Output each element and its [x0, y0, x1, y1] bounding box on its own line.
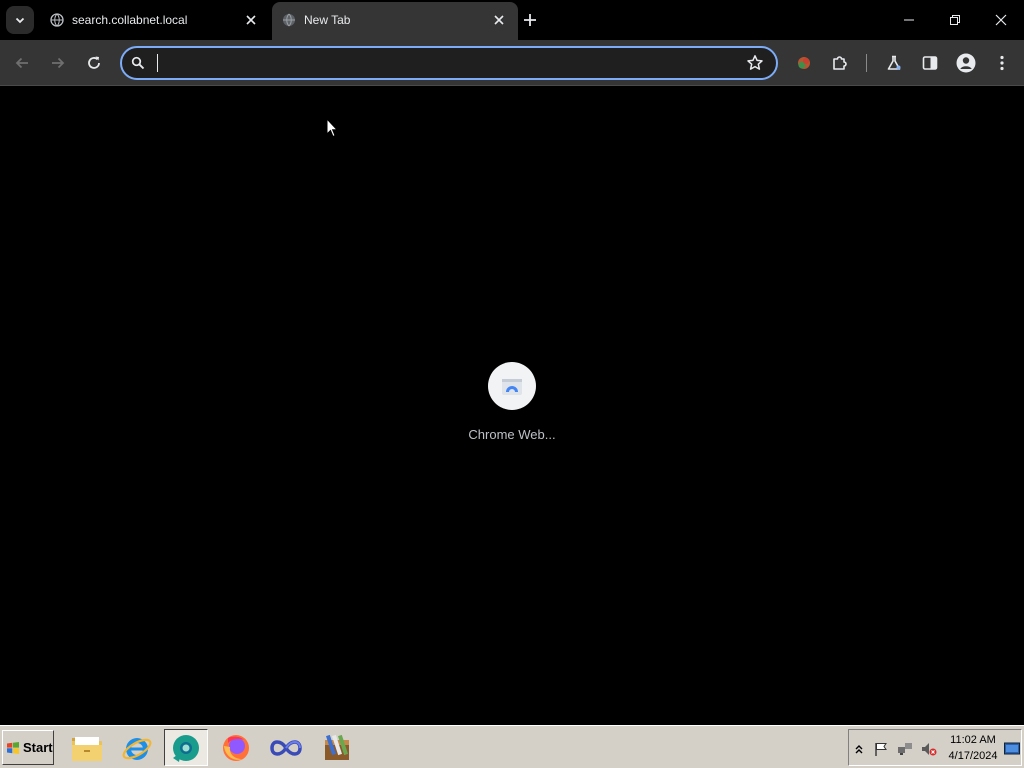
address-input[interactable]: [158, 52, 718, 74]
menu-icon: [1000, 55, 1004, 71]
shortcut-icon-container: [488, 362, 536, 410]
show-hidden-icon: [855, 745, 863, 754]
taskbar-archive-app[interactable]: [315, 729, 359, 766]
chrome-web-store-icon: [502, 379, 522, 395]
minimize-icon: [904, 19, 914, 21]
globe-icon: [50, 13, 64, 27]
volume-button[interactable]: [921, 741, 937, 757]
volume-muted-icon: [922, 743, 937, 756]
shortcut-chrome-web-store[interactable]: Chrome Web...: [460, 362, 564, 452]
tab-search-collabnet[interactable]: search.collabnet.local: [40, 2, 270, 40]
toolbar-divider: [866, 54, 867, 72]
browser-toolbar: [0, 40, 1024, 86]
tab-title: search.collabnet.local: [72, 13, 188, 27]
new-tab-page: Chrome Web...: [0, 87, 1024, 725]
tab-strip: search.collabnet.local New Tab: [0, 0, 1024, 40]
puzzle-icon: [833, 56, 847, 70]
action-center-button[interactable]: [873, 741, 889, 757]
search-icon: [131, 56, 145, 70]
file-explorer-icon: [72, 736, 102, 761]
reload-icon: [88, 56, 100, 69]
tab-search-button[interactable]: [6, 6, 34, 34]
firefox-icon: [223, 734, 249, 761]
globe-icon: [282, 13, 296, 27]
close-icon: [995, 14, 1007, 26]
extension-button[interactable]: [790, 49, 818, 77]
shortcut-label: Chrome Web...: [468, 427, 556, 442]
show-desktop-icon: [1004, 742, 1020, 755]
chrome-menu-button[interactable]: [988, 49, 1016, 77]
taskbar-file-explorer[interactable]: [65, 729, 109, 766]
tab-new-tab[interactable]: New Tab: [272, 2, 518, 40]
chevron-down-icon: [15, 17, 25, 24]
star-icon[interactable]: [746, 54, 764, 72]
back-icon: [15, 57, 28, 69]
taskbar-firefox[interactable]: [214, 729, 258, 766]
taskbar-infinity-app[interactable]: [264, 729, 308, 766]
reload-button[interactable]: [80, 49, 108, 77]
archive-app-icon: [325, 734, 349, 760]
clock-date[interactable]: 4/17/2024: [945, 750, 1001, 762]
mouse-cursor-icon: [326, 118, 338, 138]
forward-button[interactable]: [44, 49, 72, 77]
extensions-menu-button[interactable]: [826, 49, 854, 77]
action-center-flag-icon: [875, 743, 887, 756]
side-panel-icon: [922, 56, 938, 70]
flask-icon: [887, 55, 901, 70]
forward-icon: [52, 57, 65, 69]
side-panel-button[interactable]: [916, 49, 944, 77]
clock-time[interactable]: 11:02 AM: [945, 734, 1001, 746]
system-tray: 11:02 AM 4/17/2024: [848, 729, 1022, 766]
show-desktop-button[interactable]: [1004, 741, 1020, 757]
internet-explorer-icon: [122, 737, 152, 760]
profile-icon: [956, 53, 976, 73]
close-window-button[interactable]: [978, 0, 1024, 40]
restore-button[interactable]: [932, 0, 978, 40]
infinity-app-icon: [270, 739, 302, 756]
address-bar[interactable]: [120, 46, 778, 80]
labs-button[interactable]: [880, 49, 908, 77]
extension-color-icon: [798, 57, 810, 69]
taskbar-chrome[interactable]: [164, 729, 208, 766]
minimize-button[interactable]: [886, 0, 932, 40]
restore-icon: [950, 15, 960, 25]
network-icon: [898, 743, 912, 755]
new-tab-button[interactable]: [519, 9, 541, 31]
taskbar: Start 11:02 AM 4/17/2024: [0, 725, 1024, 768]
windows-flag-icon: [7, 741, 19, 754]
close-tab-icon[interactable]: [244, 13, 258, 27]
screen: search.collabnet.local New Tab Chrome We…: [0, 0, 1024, 768]
close-tab-icon[interactable]: [492, 13, 506, 27]
start-label: Start: [23, 740, 53, 755]
back-button[interactable]: [8, 49, 36, 77]
taskbar-internet-explorer[interactable]: [115, 729, 159, 766]
start-button[interactable]: Start: [2, 730, 54, 765]
chrome-icon: [173, 734, 199, 762]
show-hidden-icons-button[interactable]: [851, 741, 867, 757]
network-button[interactable]: [897, 741, 913, 757]
plus-icon: [524, 14, 536, 26]
tab-title: New Tab: [304, 13, 351, 27]
profile-button[interactable]: [952, 49, 980, 77]
